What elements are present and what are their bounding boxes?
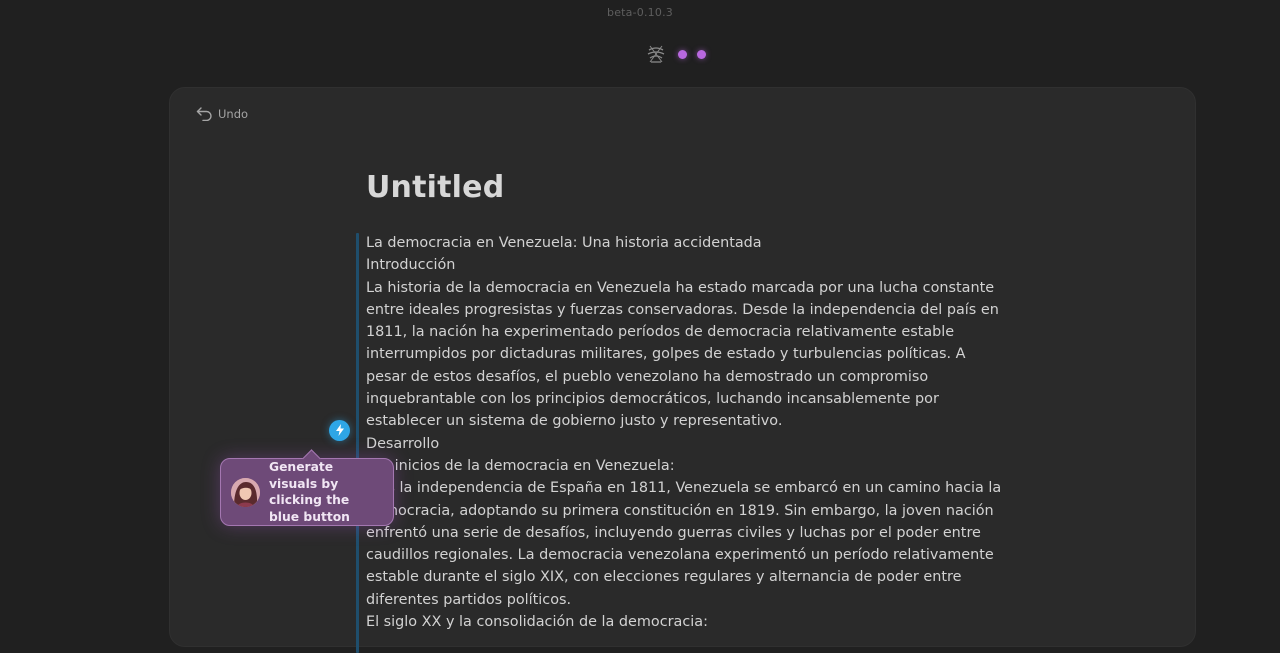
assistant-avatar xyxy=(231,477,260,507)
undo-arrow-icon xyxy=(196,106,213,121)
generated-block-indicator xyxy=(356,233,359,653)
lightning-icon xyxy=(335,421,345,440)
document-title[interactable]: Untitled xyxy=(366,170,504,205)
doc-paragraph[interactable]: La historia de la democracia en Venezuel… xyxy=(366,277,1006,433)
undo-label: Undo xyxy=(218,106,249,121)
editor-card: Undo Untitled La democracia en Venezuela… xyxy=(169,87,1196,653)
tooltip-text: Generate visuals by clicking the blue bu… xyxy=(269,460,350,524)
doc-subheading[interactable]: Los inicios de la democracia en Venezuel… xyxy=(366,455,1006,477)
doc-section-heading[interactable]: Desarrollo xyxy=(366,433,1006,455)
app-version: beta-0.10.3 xyxy=(607,6,673,19)
status-dot xyxy=(678,49,687,59)
generate-visuals-button[interactable] xyxy=(329,420,350,441)
doc-subheading[interactable]: El siglo XX y la consolidación de la dem… xyxy=(366,611,1006,633)
doc-section-heading[interactable]: Introducción xyxy=(366,254,1006,276)
generate-visuals-tooltip: Generate visuals by clicking the blue bu… xyxy=(220,458,394,526)
app-logo-icon xyxy=(644,42,668,66)
undo-button[interactable]: Undo xyxy=(196,106,248,121)
document-body[interactable]: La democracia en Venezuela: Una historia… xyxy=(366,232,1006,633)
top-status-bar xyxy=(644,40,706,68)
status-dot xyxy=(697,49,706,59)
doc-paragraph[interactable]: Tras la independencia de España en 1811,… xyxy=(366,477,1006,611)
doc-heading[interactable]: La democracia en Venezuela: Una historia… xyxy=(366,232,1006,254)
